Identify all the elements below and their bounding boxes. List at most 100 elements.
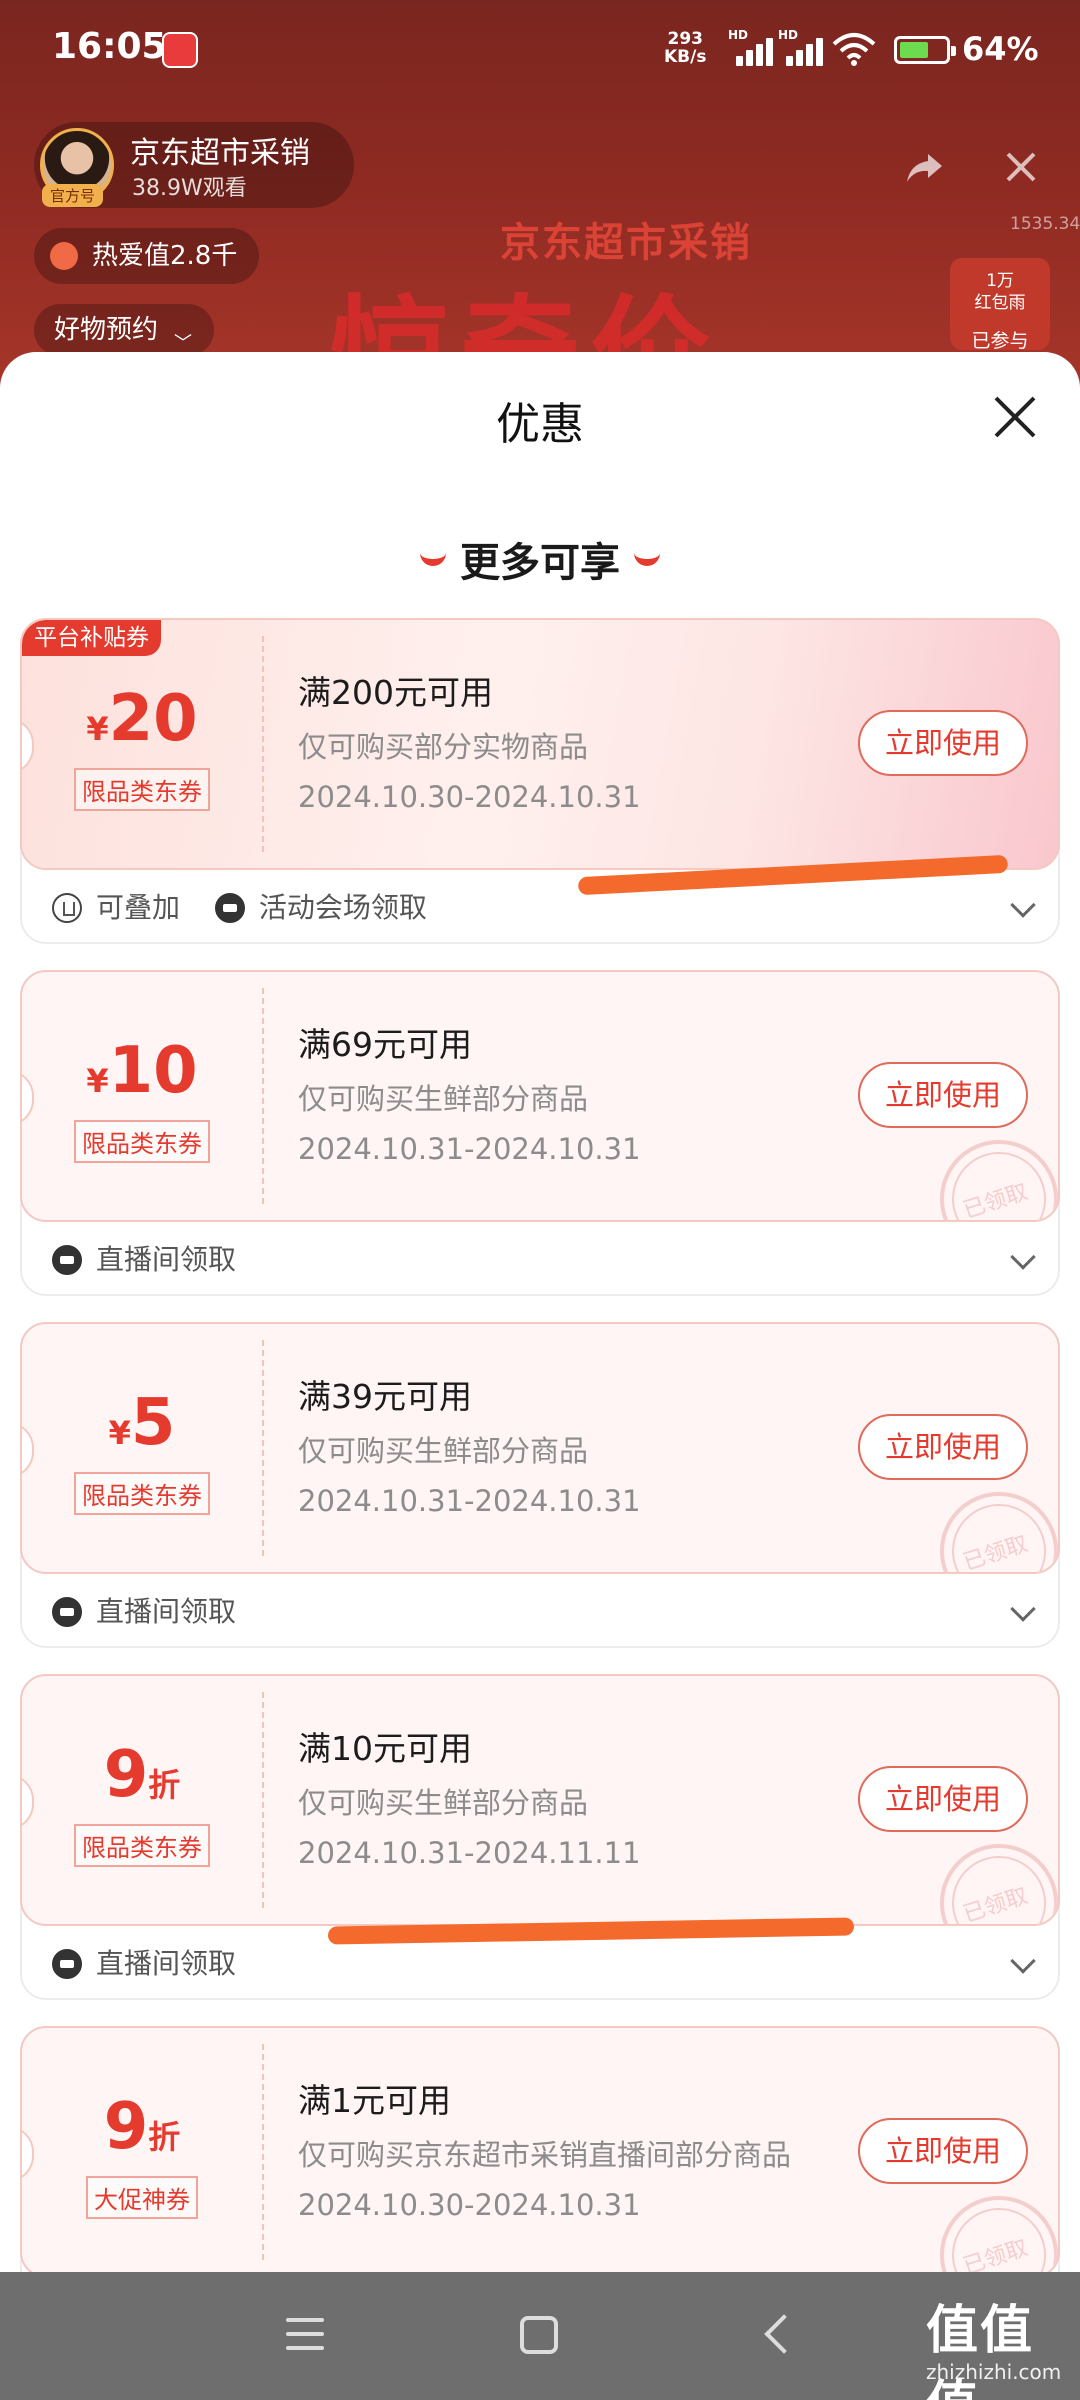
use-now-button[interactable]: 立即使用 [858,2118,1028,2184]
coupon-condition: 满69元可用 [298,1025,472,1064]
footer-item: 活动会场领取 [214,884,427,932]
chevron-down-icon[interactable] [1010,892,1036,918]
coupon-amount: ¥20 [86,682,198,756]
footer-item: 直播间领取 [52,1236,236,1284]
claimed-stamp: 已领取 [924,1124,1058,1220]
status-bar: 16:05 293 KB/s HD HD 64% [0,0,1080,100]
app-notification-icon [162,32,198,68]
category-tag: 限品类东券 [74,1824,210,1867]
coupon-condition: 满10元可用 [298,1729,472,1768]
coupon-amount: ¥10 [86,1034,198,1108]
category-tag: 大促神券 [86,2176,198,2219]
coupon-body: 平台补贴券 ¥20 限品类东券 满200元可用 仅可购买部分实物商品 2024.… [20,618,1060,870]
host-info[interactable]: 官方号 京东超市采销 38.9W观看 [34,122,354,208]
close-icon[interactable] [990,392,1040,442]
preview-label: 好物预约 [54,315,159,345]
coupon-card: ¥5 限品类东券 满39元可用 仅可购买生鲜部分商品 2024.10.31-20… [20,1322,1060,1648]
sheet-title: 优惠 [496,399,584,450]
coupon-description: 仅可购买生鲜部分商品 [298,1434,589,1468]
red-packet-joined: 已参与 [971,330,1029,352]
coupon-description: 仅可购买生鲜部分商品 [298,1786,589,1820]
coupon-description: 仅可购买部分实物商品 [298,730,589,764]
coupon-date: 2024.10.31-2024.10.31 [298,1132,641,1166]
coupon-condition: 满1元可用 [298,2081,451,2120]
category-tag: 限品类东券 [74,768,210,811]
coupon-sheet: 优惠 更多可享 平台补贴券 ¥20 限品类东券 满200元可用 仅可购买部分实物… [0,352,1080,2272]
coupon-footer: 直播间领取 [52,1236,262,1284]
coupon-card: 9折 大促神券 满1元可用 仅可购买京东超市采销直播间部分商品 2024.10.… [20,2026,1060,2272]
battery-icon [894,36,956,64]
view-count: 38.9W观看 [132,176,247,201]
battery-fill [900,42,929,58]
smile-right-icon [634,552,660,566]
heat-value: 热爱值2.8千 [92,241,238,271]
coupon-amount: ¥5 [108,1386,176,1460]
recents-icon[interactable] [286,2318,324,2350]
coupon-condition: 满200元可用 [298,673,493,712]
coupon-footer: 直播间领取 [52,1940,262,1988]
watermark-url: zhizhizhi.com [926,2360,1062,2384]
coupon-date: 2024.10.30-2024.10.31 [298,780,641,814]
coupon-description: 仅可购买生鲜部分商品 [298,1082,589,1116]
use-now-button[interactable]: 立即使用 [858,1062,1028,1128]
network-speed-unit: KB/s [664,47,707,67]
footer-item: 直播间领取 [52,1588,236,1636]
ticket-icon [52,1245,82,1275]
coupon-footer: 直播间领取 [52,1588,262,1636]
section-header: 更多可享 [0,530,1080,588]
ticket-icon [214,893,245,923]
host-name: 京东超市采销 [130,136,310,171]
chevron-down-icon[interactable] [1010,1244,1036,1270]
coupon-date: 2024.10.31-2024.11.11 [298,1836,641,1870]
section-title: 更多可享 [460,540,620,586]
signal-2-icon: HD [778,28,824,66]
category-tag: 限品类东券 [74,1120,210,1163]
use-now-button[interactable]: 立即使用 [858,1766,1028,1832]
host-official-tag: 官方号 [42,184,104,207]
chevron-down-icon[interactable] [1010,1948,1036,1974]
claimed-stamp: 已领取 [924,2180,1058,2272]
coupon-condition: 满39元可用 [298,1377,472,1416]
coupon-card: ¥10 限品类东券 满69元可用 仅可购买生鲜部分商品 2024.10.31-2… [20,970,1060,1296]
coupon-amount: 9折 [103,2090,181,2164]
coupon-amount: 9折 [103,1738,181,1812]
flame-icon [50,242,78,270]
coupon-card: 9折 限品类东券 满10元可用 仅可购买生鲜部分商品 2024.10.31-20… [20,1674,1060,2000]
coupon-body: 9折 限品类东券 满10元可用 仅可购买生鲜部分商品 2024.10.31-20… [20,1674,1060,1926]
live-counter: 1535.3498 [1010,214,1080,234]
claimed-stamp: 已领取 [924,1476,1058,1572]
hd-label-2: HD [778,28,799,42]
network-speed: 293 KB/s [664,30,706,66]
smile-left-icon [420,552,446,566]
footer-item: 可叠加 [52,884,180,932]
use-now-button[interactable]: 立即使用 [858,1414,1028,1480]
coupon-footer: 可叠加 活动会场领取 [52,884,453,932]
battery-percent: 64% [962,30,1039,68]
footer-item: 直播间领取 [52,1940,236,1988]
stack-icon [52,893,82,923]
coupon-body: ¥5 限品类东券 满39元可用 仅可购买生鲜部分商品 2024.10.31-20… [20,1322,1060,1574]
coupon-body: ¥10 限品类东券 满69元可用 仅可购买生鲜部分商品 2024.10.31-2… [20,970,1060,1222]
use-now-button[interactable]: 立即使用 [858,710,1028,776]
share-icon[interactable] [904,150,944,186]
preview-dropdown[interactable]: 好物预约 ﹀ [34,304,215,356]
chevron-down-icon[interactable] [1010,1596,1036,1622]
coupon-date: 2024.10.30-2024.10.31 [298,2188,641,2222]
wifi-icon [832,33,876,66]
heat-badge[interactable]: 热爱值2.8千 [34,228,260,284]
hd-label-1: HD [728,28,749,42]
ticket-icon [52,1949,82,1979]
ticket-icon [52,1597,82,1627]
claimed-stamp: 已领取 [924,1828,1058,1924]
signal-1-icon: HD [728,28,774,66]
network-speed-value: 293 [667,29,703,49]
corner-tag: 平台补贴券 [22,620,161,656]
red-packet-label: 红包雨 [974,293,1026,313]
category-tag: 限品类东券 [74,1472,210,1515]
system-nav-bar [0,2272,1080,2400]
home-icon[interactable] [520,2316,558,2354]
coupon-card: 平台补贴券 ¥20 限品类东券 满200元可用 仅可购买部分实物商品 2024.… [20,618,1060,944]
close-live-icon[interactable] [1004,150,1038,184]
red-packet-amount: 1万 [986,271,1014,291]
back-icon[interactable] [764,2314,804,2354]
